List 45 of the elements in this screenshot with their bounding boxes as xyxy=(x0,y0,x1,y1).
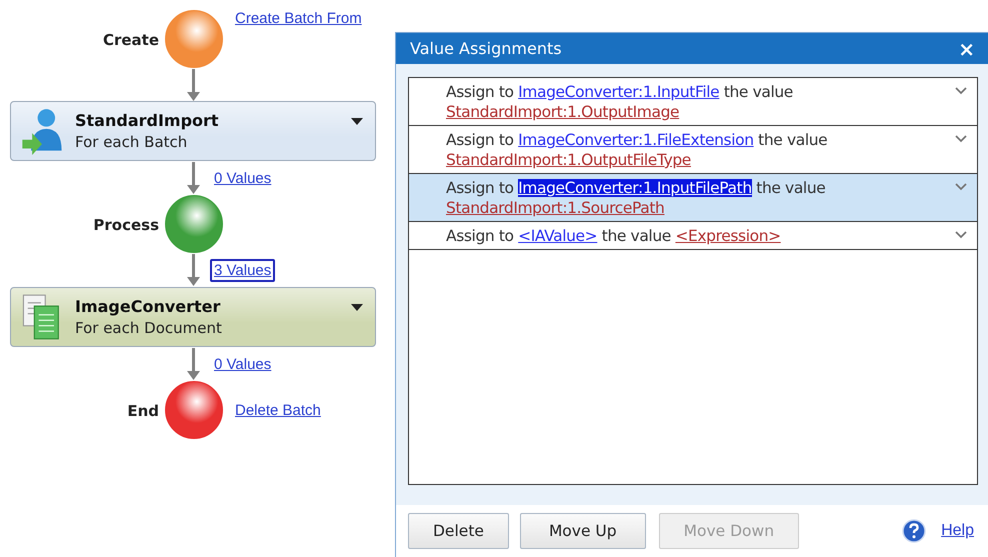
arrow xyxy=(187,162,200,194)
step-subtitle: For each Batch xyxy=(75,133,188,151)
state-label: End xyxy=(127,402,159,420)
source-link[interactable]: StandardImport:1.OutputFileType xyxy=(446,151,691,169)
assignment-text: Assign to <IAValue> the value <Expression> xyxy=(446,226,782,246)
action-button[interactable]: Delete xyxy=(408,513,509,549)
assignment-row[interactable]: Assign to <IAValue> the value <Expression> xyxy=(409,222,977,250)
help-link[interactable]: Help xyxy=(941,522,974,540)
chevron-icon[interactable] xyxy=(955,135,967,143)
dropdown-icon[interactable] xyxy=(351,304,363,312)
chevron-icon[interactable] xyxy=(955,231,967,239)
dropdown-icon[interactable] xyxy=(351,118,363,126)
assignment-text: Assign to ImageConverter:1.InputFilePath the value StandardImport:1.SourcePath xyxy=(446,178,826,218)
step-title: ImageConverter xyxy=(75,297,222,316)
source-link[interactable]: StandardImport:1.OutputImage xyxy=(446,103,680,121)
arrow xyxy=(187,348,200,380)
step-subtitle: For each Document xyxy=(75,319,223,337)
values-link[interactable]: 3 Values xyxy=(210,258,276,282)
close-button[interactable]: × xyxy=(948,36,988,60)
target-link[interactable]: <IAValue> xyxy=(518,227,598,245)
assignment-row[interactable]: Assign to ImageConverter:1.InputFilePath the value StandardImport:1.SourcePath xyxy=(409,174,977,222)
state-link[interactable]: Create Batch From xyxy=(235,10,362,27)
values-link[interactable]: 0 Values xyxy=(210,352,276,376)
step-box[interactable]: StandardImport For each Batch xyxy=(10,101,376,161)
assignment-text: Assign to ImageConverter:1.InputFile the value StandardImport:1.OutputImage xyxy=(446,82,794,122)
chevron-icon[interactable] xyxy=(955,183,967,191)
source-link[interactable]: StandardImport:1.SourcePath xyxy=(446,199,664,217)
target-link[interactable]: ImageConverter:1.FileExtension xyxy=(518,131,754,149)
chevron-icon[interactable] xyxy=(955,87,967,95)
values-link[interactable]: 0 Values xyxy=(210,166,276,190)
arrow xyxy=(187,254,200,286)
target-link[interactable]: ImageConverter:1.InputFilePath xyxy=(518,179,752,197)
state-link[interactable]: Delete Batch xyxy=(235,402,321,418)
assignment-text: Assign to ImageConverter:1.FileExtension the value StandardImport:1.OutputFileType xyxy=(446,130,828,170)
step-box[interactable]: ImageConverter For each Document xyxy=(10,287,376,347)
source-link[interactable]: <Expression> xyxy=(675,227,781,245)
state-label: Process xyxy=(93,216,159,234)
dialog-title: Value Assignments xyxy=(410,39,563,58)
assignment-row[interactable]: Assign to ImageConverter:1.InputFile the value StandardImport:1.OutputImage xyxy=(409,78,977,126)
help-icon[interactable] xyxy=(902,519,926,543)
target-link[interactable]: ImageConverter:1.InputFile xyxy=(518,83,720,101)
arrow xyxy=(187,69,200,101)
action-button[interactable]: Move Up xyxy=(520,513,646,549)
step-title: StandardImport xyxy=(75,111,220,130)
state-label: Create xyxy=(102,30,159,48)
